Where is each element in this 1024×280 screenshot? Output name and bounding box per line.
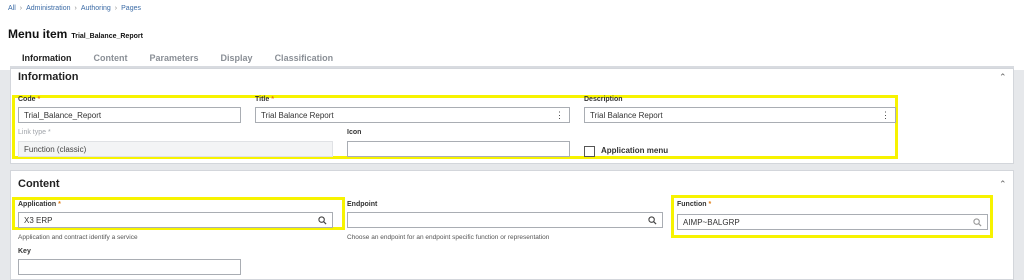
link-type-value: Function (classic) [24,144,87,154]
code-field[interactable]: Trial_Balance_Report [18,107,241,123]
chevron-up-icon[interactable]: ⌃ [999,179,1007,190]
chevron-up-icon[interactable]: ⌃ [999,72,1007,83]
page-title: Menu item Trial_Balance_Report [8,27,143,41]
key-field[interactable] [18,259,241,275]
application-value: X3 ERP [24,215,53,225]
code-label: Code * [18,96,40,103]
content-title: Content [18,178,60,190]
breadcrumb-pages[interactable]: Pages [121,5,141,12]
search-icon[interactable] [648,215,657,225]
code-value: Trial_Balance_Report [24,110,102,120]
application-menu-label: Application menu [601,146,669,155]
breadcrumb-administration[interactable]: Administration [26,5,70,12]
tab-classification[interactable]: Classification [275,53,334,63]
icon-field[interactable] [347,141,570,157]
function-value: AIMP~BALGRP [683,217,740,227]
application-hint: Application and contract identify a serv… [18,234,138,241]
function-label-text: Function [677,201,707,208]
chevron-right-icon: › [19,5,23,12]
link-type-label-text: Link type [18,129,47,136]
icon-label: Icon [347,129,362,136]
search-icon[interactable] [318,215,327,225]
endpoint-label: Endpoint [347,201,378,208]
kebab-icon[interactable]: ⋮ [555,110,564,120]
chevron-right-icon: › [74,5,77,12]
asterisk-icon: * [708,201,712,208]
tab-bar: Information Content Parameters Display C… [22,53,334,72]
application-menu-checkbox[interactable] [584,146,595,157]
description-value: Trial Balance Report [590,110,663,120]
chevron-right-icon: › [114,5,118,12]
title-label-text: Title [255,96,270,103]
link-type-field: Function (classic) [18,141,333,157]
application-label-text: Application [18,201,57,208]
page-title-record: Trial_Balance_Report [71,33,143,40]
tab-content[interactable]: Content [94,53,128,63]
search-icon[interactable] [973,217,982,227]
breadcrumb-authoring[interactable]: Authoring [81,5,111,12]
breadcrumb: All › Administration › Authoring › Pages [8,5,141,12]
key-label: Key [18,248,31,255]
endpoint-hint: Choose an endpoint for an endpoint speci… [347,234,550,241]
asterisk-icon: * [58,201,61,208]
page-title-main: Menu item [8,27,68,41]
title-field[interactable]: Trial Balance Report ⋮ [255,107,570,123]
code-label-text: Code [18,96,36,103]
kebab-icon[interactable]: ⋮ [881,110,890,120]
tab-information[interactable]: Information [22,53,72,72]
tab-parameters[interactable]: Parameters [150,53,199,63]
application-field[interactable]: X3 ERP [18,212,333,228]
title-label: Title * [255,96,274,103]
link-type-label: Link type * [18,129,51,136]
endpoint-field[interactable] [347,212,663,228]
description-label: Description [584,96,623,103]
title-value: Trial Balance Report [261,110,334,120]
asterisk-icon: * [37,96,41,103]
asterisk-icon: * [47,129,51,136]
description-field[interactable]: Trial Balance Report ⋮ [584,107,896,123]
function-field[interactable]: AIMP~BALGRP [677,214,988,230]
breadcrumb-all[interactable]: All [8,5,16,12]
tab-display[interactable]: Display [221,53,253,63]
information-title: Information [18,71,79,83]
asterisk-icon: * [271,96,274,103]
function-label: Function * [677,201,711,208]
application-label: Application * [18,201,61,208]
tab-information-label: Information [22,53,72,63]
